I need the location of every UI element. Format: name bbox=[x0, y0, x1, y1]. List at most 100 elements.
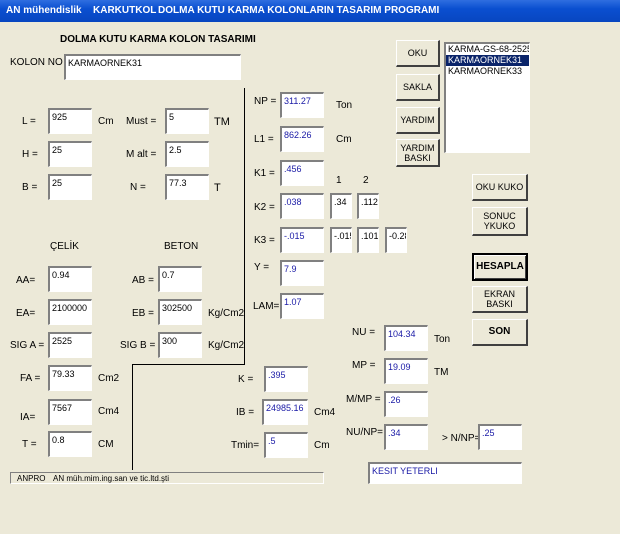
l1-unit: Cm bbox=[336, 134, 352, 145]
ekran-baski-button[interactable]: EKRAN BASKI bbox=[472, 286, 528, 313]
l1-output: 862.26 bbox=[280, 126, 324, 152]
must-label: Must = bbox=[126, 116, 157, 127]
eb-unit: Kg/Cm2 bbox=[208, 308, 245, 319]
beton-heading: BETON bbox=[164, 241, 199, 252]
l-input[interactable]: 925 bbox=[48, 108, 92, 134]
lam-label: LAM= bbox=[253, 301, 280, 312]
kolon-no-label: KOLON NO bbox=[10, 57, 63, 68]
l-unit: Cm bbox=[98, 116, 114, 127]
np-output: 311.27 bbox=[280, 92, 324, 118]
b-label: B = bbox=[22, 182, 38, 193]
oku-button[interactable]: OKU bbox=[396, 40, 440, 67]
aa-label: AA= bbox=[16, 275, 36, 286]
fa-unit: Cm2 bbox=[98, 373, 120, 384]
sigb-input[interactable]: 300 bbox=[158, 332, 202, 358]
nunp-output: .34 bbox=[384, 424, 428, 450]
n-input[interactable]: 77.3 bbox=[165, 174, 209, 200]
k3-col1: -.015 bbox=[330, 227, 352, 253]
kolon-no-input[interactable]: KARMAORNEK31 bbox=[64, 54, 241, 80]
status-bar: ANPRO AN müh.mim.ing.san ve tic.ltd.şti bbox=[10, 472, 324, 484]
mp-label: MP = bbox=[352, 360, 376, 371]
n-unit: T bbox=[214, 182, 221, 194]
mp-output: 19.09 bbox=[384, 358, 428, 384]
aa-input[interactable]: 0.94 bbox=[48, 266, 92, 292]
k2-output: .038 bbox=[280, 193, 324, 219]
divider-vertical-lower bbox=[132, 364, 133, 470]
list-item[interactable]: KARMA-GS-68-2525 bbox=[446, 44, 529, 55]
k3-label: K3 = bbox=[254, 235, 275, 246]
np-unit: Ton bbox=[336, 100, 353, 111]
ea-label: EA= bbox=[16, 308, 36, 319]
eb-label: EB = bbox=[132, 308, 154, 319]
siga-input[interactable]: 2525 bbox=[48, 332, 92, 358]
siga-label: SIG A = bbox=[10, 340, 45, 351]
celik-heading: ÇELİK bbox=[50, 241, 79, 252]
k3-output: -.015 bbox=[280, 227, 324, 253]
ib-label: IB = bbox=[236, 407, 255, 418]
son-button[interactable]: SON bbox=[472, 319, 528, 346]
tmin-label: Tmin= bbox=[231, 440, 260, 451]
yardim-button[interactable]: YARDIM bbox=[396, 107, 440, 134]
n-label: N = bbox=[130, 182, 146, 193]
mp-unit: TM bbox=[434, 367, 449, 378]
tmin-output: .5 bbox=[264, 432, 308, 458]
k-label: K = bbox=[238, 374, 254, 385]
fa-label: FA = bbox=[20, 373, 41, 384]
sakla-button[interactable]: SAKLA bbox=[396, 74, 440, 101]
k3-col2: .101 bbox=[357, 227, 379, 253]
malt-input[interactable]: 2.5 bbox=[165, 141, 209, 167]
tmin-unit: Cm bbox=[314, 440, 330, 451]
oku-kuko-button[interactable]: OKU KUKO bbox=[472, 174, 528, 201]
ia-input[interactable]: 7567 bbox=[48, 399, 92, 425]
statusbar-left: ANPRO bbox=[17, 474, 46, 483]
file-listbox[interactable]: KARMA-GS-68-2525 KARMAORNEK31 KARMAORNEK… bbox=[444, 42, 530, 153]
hesapla-button[interactable]: HESAPLA bbox=[472, 253, 528, 281]
yardim-baski-button[interactable]: YARDIM BASKI bbox=[396, 139, 440, 167]
fa-input[interactable]: 79.33 bbox=[48, 365, 92, 391]
nu-label: NU = bbox=[352, 327, 376, 338]
col2-label: 2 bbox=[363, 175, 369, 186]
sonuc-ykuko-button[interactable]: SONUC YKUKO bbox=[472, 207, 528, 236]
must-unit: TM bbox=[214, 116, 230, 128]
statusbar-company: AN müh.mim.ing.san ve tic.ltd.şti bbox=[53, 474, 170, 483]
b-input[interactable]: 25 bbox=[48, 174, 92, 200]
malt-label: M alt = bbox=[126, 149, 157, 160]
lam-output: 1.07 bbox=[280, 293, 324, 319]
nnp-output: .25 bbox=[478, 424, 522, 450]
mmp-output: .26 bbox=[384, 391, 428, 417]
must-input[interactable]: 5 bbox=[165, 108, 209, 134]
sigb-unit: Kg/Cm2 bbox=[208, 340, 245, 351]
divider-vertical-upper bbox=[244, 88, 245, 364]
np-label: NP = bbox=[254, 96, 277, 107]
k2-col1: .34 bbox=[330, 193, 352, 219]
menu-karkutkol[interactable]: KARKUTKOL bbox=[93, 5, 156, 16]
status-result: KESIT YETERLI bbox=[368, 462, 522, 484]
nnp-label: > N/NP= bbox=[442, 433, 481, 444]
eb-input[interactable]: 302500 bbox=[158, 299, 202, 325]
form-heading: DOLMA KUTU KARMA KOLON TASARIMI bbox=[60, 34, 256, 45]
l-label: L = bbox=[22, 116, 36, 127]
k2-label: K2 = bbox=[254, 202, 275, 213]
divider-horizontal bbox=[132, 364, 245, 365]
t-input[interactable]: 0.8 bbox=[48, 431, 92, 457]
sigb-label: SIG B = bbox=[120, 340, 156, 351]
k-output: .395 bbox=[264, 366, 308, 392]
app-name: AN mühendislik bbox=[6, 5, 82, 16]
ea-input[interactable]: 2100000 bbox=[48, 299, 92, 325]
nunp-label: NU/NP= bbox=[346, 427, 383, 438]
list-item-selected[interactable]: KARMAORNEK31 bbox=[446, 55, 529, 66]
k1-label: K1 = bbox=[254, 168, 275, 179]
ia-label: IA= bbox=[20, 412, 36, 423]
k1-output: .456 bbox=[280, 160, 324, 186]
h-input[interactable]: 25 bbox=[48, 141, 92, 167]
ab-label: AB = bbox=[132, 275, 154, 286]
list-item[interactable]: KARMAORNEK33 bbox=[446, 66, 529, 77]
ib-unit: Cm4 bbox=[314, 407, 336, 418]
ab-input[interactable]: 0.7 bbox=[158, 266, 202, 292]
main-form: DOLMA KUTU KARMA KOLON TASARIMI KOLON NO… bbox=[0, 22, 620, 534]
nu-unit: Ton bbox=[434, 334, 451, 345]
k3-col3: -0.28 bbox=[385, 227, 407, 253]
mmp-label: M/MP = bbox=[346, 394, 381, 405]
ia-unit: Cm4 bbox=[98, 406, 120, 417]
y-output: 7.9 bbox=[280, 260, 324, 286]
